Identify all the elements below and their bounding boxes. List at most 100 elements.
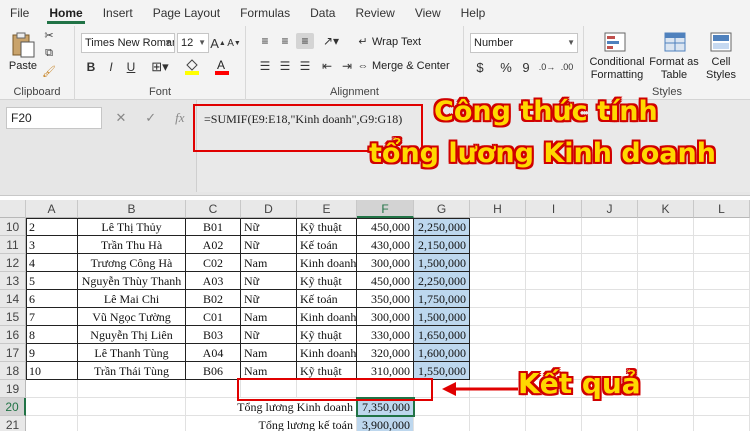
- cell-k[interactable]: [638, 344, 694, 362]
- wrap-text-icon[interactable]: ↵: [356, 33, 370, 49]
- menu-tab-page-layout[interactable]: Page Layout: [143, 0, 230, 26]
- menu-tab-help[interactable]: Help: [451, 0, 496, 26]
- row-header[interactable]: 17: [0, 344, 26, 362]
- cell-k[interactable]: [638, 290, 694, 308]
- menu-tab-home[interactable]: Home: [39, 0, 92, 26]
- increase-indent-icon[interactable]: ⇥: [338, 58, 356, 74]
- cell-k[interactable]: [638, 326, 694, 344]
- insert-function-icon[interactable]: fx: [175, 110, 184, 126]
- fill-color-icon[interactable]: [183, 56, 201, 76]
- cell-j[interactable]: [582, 308, 638, 326]
- row-header[interactable]: 19: [0, 380, 26, 398]
- paste-button[interactable]: Paste: [6, 60, 40, 73]
- row-header[interactable]: 16: [0, 326, 26, 344]
- cell-k[interactable]: [638, 416, 694, 431]
- paste-icon[interactable]: [8, 30, 38, 60]
- row-header[interactable]: 21: [0, 416, 26, 431]
- column-header-j[interactable]: J: [582, 200, 638, 218]
- cancel-icon[interactable]: ✕: [115, 110, 126, 126]
- cell-l[interactable]: [694, 398, 750, 416]
- cell-j[interactable]: [582, 416, 638, 431]
- align-left-icon[interactable]: ☰: [256, 58, 274, 74]
- align-right-icon[interactable]: ☰: [296, 58, 314, 74]
- cell-g[interactable]: [414, 416, 470, 431]
- cell-j[interactable]: [582, 272, 638, 290]
- cell-i[interactable]: [526, 272, 582, 290]
- font-color-icon[interactable]: A: [213, 56, 231, 76]
- cell-k[interactable]: [638, 218, 694, 236]
- cell-l[interactable]: [694, 218, 750, 236]
- cell-i[interactable]: [526, 290, 582, 308]
- currency-button[interactable]: $: [470, 58, 490, 76]
- menu-tab-review[interactable]: Review: [345, 0, 404, 26]
- cell-j[interactable]: [582, 218, 638, 236]
- cell-a[interactable]: [26, 398, 78, 416]
- font-name-dropdown[interactable]: Times New Roman ▼: [81, 33, 175, 53]
- decrease-indent-icon[interactable]: ⇤: [318, 58, 336, 74]
- cell-l[interactable]: [694, 254, 750, 272]
- decrease-decimal-icon[interactable]: .00: [558, 58, 576, 76]
- row-header[interactable]: 10: [0, 218, 26, 236]
- cell-i[interactable]: [526, 308, 582, 326]
- cell-h[interactable]: [470, 344, 526, 362]
- borders-icon[interactable]: ⊞▾: [147, 58, 173, 76]
- cell-i[interactable]: [526, 416, 582, 431]
- cell-i[interactable]: [526, 344, 582, 362]
- cell-h[interactable]: [470, 308, 526, 326]
- cell-l[interactable]: [694, 290, 750, 308]
- summary-label[interactable]: Tổng lương kế toán: [186, 416, 357, 431]
- column-header-k[interactable]: K: [638, 200, 694, 218]
- format-painter-icon[interactable]: 🖌: [42, 64, 56, 78]
- column-header-l[interactable]: L: [694, 200, 750, 218]
- orientation-icon[interactable]: ↗▾: [320, 33, 342, 49]
- italic-button[interactable]: I: [103, 58, 119, 76]
- cell-j[interactable]: [582, 326, 638, 344]
- conditional-formatting-icon[interactable]: [602, 30, 628, 54]
- column-header-b[interactable]: B: [78, 200, 186, 218]
- percent-button[interactable]: %: [496, 58, 516, 76]
- merge-center-icon[interactable]: ⇔: [356, 58, 370, 74]
- cell-a[interactable]: [26, 380, 78, 398]
- grow-font-button[interactable]: A ▲: [210, 33, 226, 53]
- cell-l[interactable]: [694, 326, 750, 344]
- cell-i[interactable]: [526, 326, 582, 344]
- row-header[interactable]: 20: [0, 398, 26, 416]
- menu-tab-insert[interactable]: Insert: [93, 0, 143, 26]
- cell-i[interactable]: [526, 218, 582, 236]
- cell-l[interactable]: [694, 236, 750, 254]
- column-header-e[interactable]: E: [297, 200, 357, 218]
- cell-k[interactable]: [638, 236, 694, 254]
- name-box[interactable]: F20: [6, 107, 102, 129]
- align-top-icon[interactable]: ≡: [256, 33, 274, 49]
- align-middle-icon[interactable]: ≡: [276, 33, 294, 49]
- cell-l[interactable]: [694, 416, 750, 431]
- align-center-icon[interactable]: ☰: [276, 58, 294, 74]
- cell-j[interactable]: [582, 290, 638, 308]
- cell-styles-icon[interactable]: [708, 30, 734, 54]
- column-header-i[interactable]: I: [526, 200, 582, 218]
- column-header-c[interactable]: C: [186, 200, 241, 218]
- merge-center-button[interactable]: Merge & Center: [372, 60, 450, 72]
- number-format-dropdown[interactable]: Number ▼: [470, 33, 578, 53]
- column-header-h[interactable]: H: [470, 200, 526, 218]
- cell-j[interactable]: [582, 236, 638, 254]
- cell-b[interactable]: [78, 398, 186, 416]
- cell-k[interactable]: [638, 398, 694, 416]
- column-header-d[interactable]: D: [241, 200, 297, 218]
- underline-button[interactable]: U: [123, 58, 139, 76]
- cell-a[interactable]: [26, 416, 78, 431]
- cell-h[interactable]: [470, 254, 526, 272]
- cell-k[interactable]: [638, 308, 694, 326]
- bold-button[interactable]: B: [83, 58, 99, 76]
- cut-icon[interactable]: ✂: [42, 28, 56, 42]
- cell-h[interactable]: [470, 416, 526, 431]
- cell-j[interactable]: [582, 344, 638, 362]
- cell-i[interactable]: [526, 254, 582, 272]
- cell-j[interactable]: [582, 398, 638, 416]
- format-as-table-icon[interactable]: [662, 30, 688, 54]
- cell-l[interactable]: [694, 308, 750, 326]
- cell-l[interactable]: [694, 344, 750, 362]
- cell-h[interactable]: [470, 290, 526, 308]
- menu-tab-view[interactable]: View: [405, 0, 451, 26]
- increase-decimal-icon[interactable]: .0→: [538, 58, 556, 76]
